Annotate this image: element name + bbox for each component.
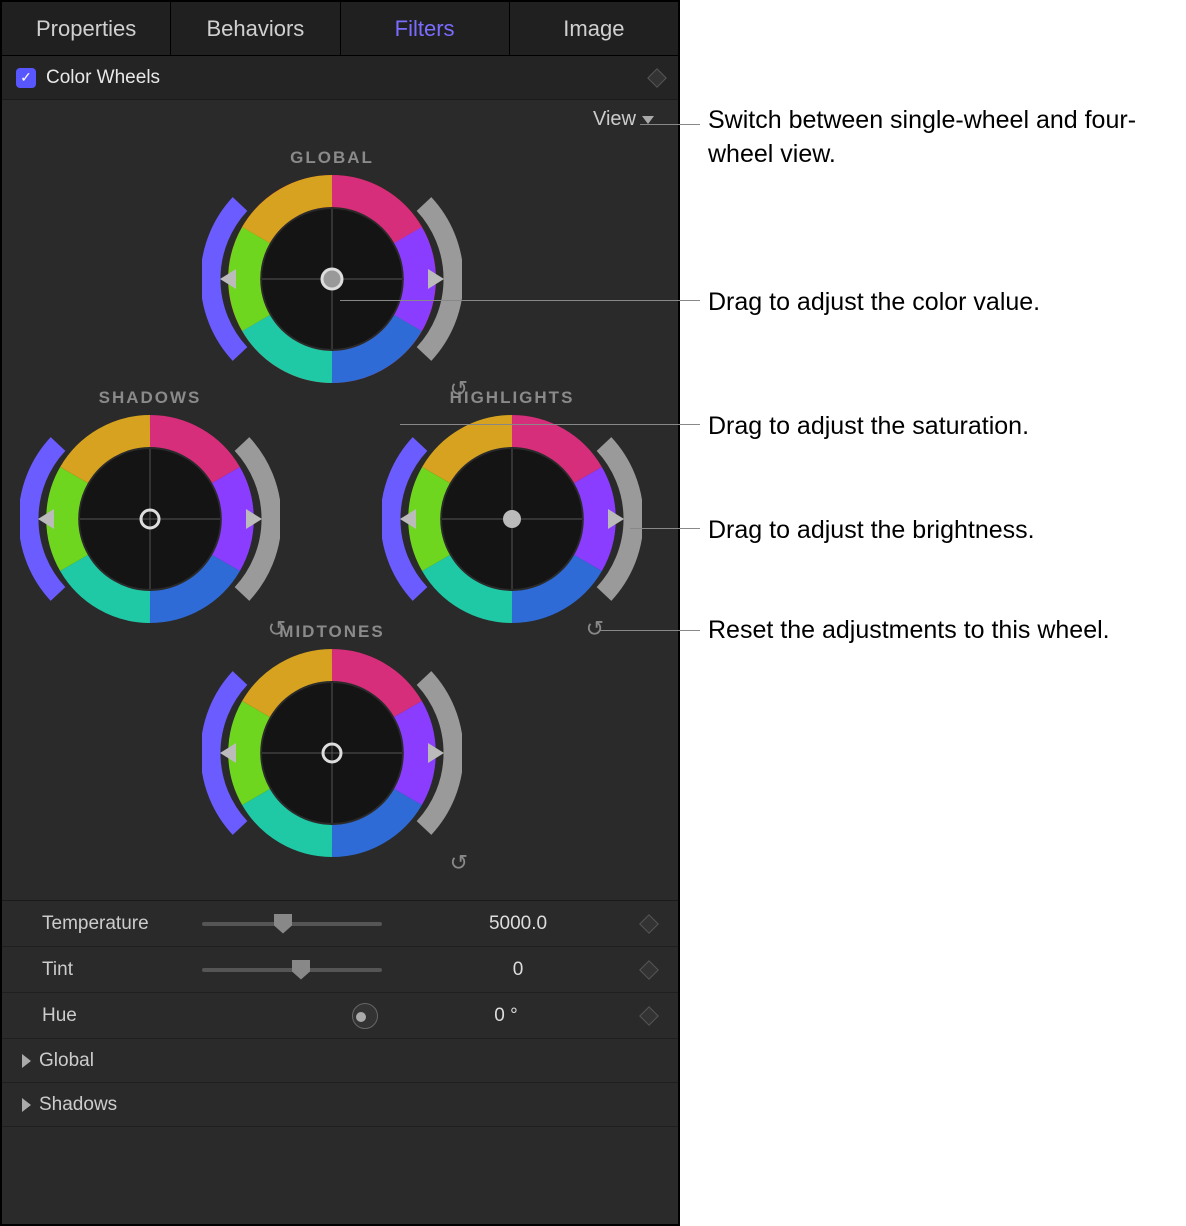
filter-header: ✓ Color Wheels [2, 56, 678, 100]
brightness-handle[interactable] [608, 509, 624, 529]
param-label: Hue [42, 1005, 202, 1027]
wheel-global: GLOBAL [202, 148, 462, 384]
row-label: Global [39, 1050, 94, 1072]
brightness-handle[interactable] [428, 269, 444, 289]
row-label: Shadows [39, 1094, 117, 1116]
tab-behaviors[interactable]: Behaviors [171, 2, 340, 55]
disclosure-triangle-icon [22, 1054, 31, 1068]
wheel-label-highlights: HIGHLIGHTS [450, 388, 575, 408]
saturation-handle[interactable] [400, 509, 416, 529]
wheel-shadows: SHADOWS [20, 388, 280, 624]
hue-value[interactable]: 0 ° [378, 1005, 634, 1027]
param-tint: Tint 0 [2, 947, 678, 993]
callout-line [640, 124, 700, 125]
callout-line [630, 528, 700, 529]
view-menu-label: View [593, 108, 636, 131]
keyframe-icon[interactable] [639, 914, 659, 934]
param-temperature: Temperature 5000.0 [2, 901, 678, 947]
tint-value[interactable]: 0 [402, 959, 634, 981]
callout-reset: Reset the adjustments to this wheel. [708, 614, 1168, 648]
inspector-panel: Properties Behaviors Filters Image ✓ Col… [0, 0, 680, 1226]
temperature-slider[interactable] [202, 922, 382, 926]
param-label: Temperature [42, 913, 202, 935]
param-hue: Hue 0 ° [2, 993, 678, 1039]
keyframe-icon[interactable] [639, 960, 659, 980]
tab-filters[interactable]: Filters [341, 2, 510, 55]
wheel-label-shadows: SHADOWS [99, 388, 202, 408]
view-menu[interactable]: View [593, 108, 654, 131]
slider-thumb[interactable] [274, 914, 292, 934]
inspector-tabs: Properties Behaviors Filters Image [2, 2, 678, 56]
callout-line [600, 630, 700, 631]
disclosure-triangle-icon [22, 1098, 31, 1112]
hue-dial[interactable] [352, 1003, 378, 1029]
reset-highlights[interactable]: ↺ [586, 616, 604, 642]
wheel-label-global: GLOBAL [290, 148, 374, 168]
keyframe-icon[interactable] [639, 1006, 659, 1026]
filter-title: Color Wheels [46, 67, 650, 89]
keyframe-icon[interactable] [647, 68, 667, 88]
temperature-value[interactable]: 5000.0 [402, 913, 634, 935]
color-wheel-midtones[interactable] [202, 648, 462, 858]
tab-image[interactable]: Image [510, 2, 678, 55]
slider-thumb[interactable] [292, 960, 310, 980]
saturation-handle[interactable] [220, 743, 236, 763]
callout-color: Drag to adjust the color value. [708, 286, 1168, 320]
brightness-handle[interactable] [428, 743, 444, 763]
tint-slider[interactable] [202, 968, 382, 972]
row-global[interactable]: Global [2, 1039, 678, 1083]
callout-line [340, 300, 700, 301]
reset-midtones[interactable]: ↺ [450, 850, 468, 876]
chevron-down-icon [642, 116, 654, 124]
color-puck[interactable] [322, 269, 342, 289]
color-puck[interactable] [503, 510, 521, 528]
color-wheel-shadows[interactable] [20, 414, 280, 624]
tab-properties[interactable]: Properties [2, 2, 171, 55]
callout-brightness: Drag to adjust the brightness. [708, 514, 1168, 548]
row-shadows[interactable]: Shadows [2, 1083, 678, 1127]
saturation-handle[interactable] [220, 269, 236, 289]
saturation-handle[interactable] [38, 509, 54, 529]
param-label: Tint [42, 959, 202, 981]
brightness-handle[interactable] [246, 509, 262, 529]
parameter-list: Temperature 5000.0 Tint 0 Hue 0 ° Global [2, 900, 678, 1127]
wheel-area: View GLOBAL [2, 100, 678, 900]
callout-view: Switch between single-wheel and four-whe… [708, 104, 1168, 172]
color-wheel-global[interactable] [202, 174, 462, 384]
color-wheel-highlights[interactable] [382, 414, 642, 624]
callout-line [400, 424, 700, 425]
callout-saturation: Drag to adjust the saturation. [708, 410, 1168, 444]
wheel-label-midtones: MIDTONES [279, 622, 384, 642]
filter-enable-checkbox[interactable]: ✓ [16, 68, 36, 88]
wheel-midtones: MIDTONES [202, 622, 462, 858]
